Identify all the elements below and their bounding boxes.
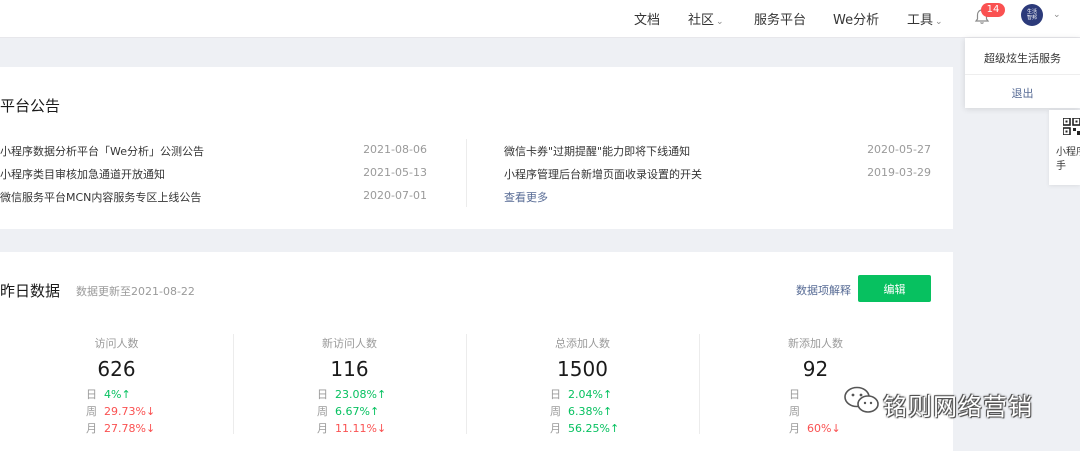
data-updated-text: 数据更新至2021-08-22	[76, 285, 195, 298]
trend-week: 周 6.67%↑	[317, 403, 379, 419]
nav-docs-label: 文档	[634, 13, 661, 28]
trend-period: 周	[789, 405, 800, 418]
mini-program-assistant-panel[interactable]: 小程序助手	[1049, 110, 1080, 185]
trend-day: 日 2.04%↑	[550, 386, 612, 402]
trend-value: 4%↑	[104, 388, 131, 401]
metric-value: 92	[802, 357, 829, 381]
menu-divider	[965, 74, 1080, 75]
trend-value: 11.11%↓	[335, 422, 387, 435]
trend-value: 27.78%↓	[104, 422, 156, 435]
chevron-down-icon: ⌄	[935, 17, 943, 27]
account-dropdown-menu: 超级炫生活服务 退出	[965, 38, 1080, 108]
view-more-link[interactable]: 查看更多	[504, 189, 548, 205]
metric-label: 总添加人数	[555, 337, 610, 350]
nav-tools-label: 工具	[907, 13, 934, 28]
trend-month: 月 60%↓	[789, 420, 841, 436]
nav-we-analytics-label: We分析	[833, 13, 880, 28]
column-divider	[466, 139, 467, 207]
platform-notice-card: 平台公告 小程序数据分析平台「We分析」公测公告 2021-08-06 小程序类…	[0, 67, 953, 229]
trend-week: 周 29.73%↓	[86, 403, 155, 419]
avatar-text: 生活 智邦	[1026, 9, 1037, 21]
nav-community[interactable]: 社区 ⌄	[688, 9, 724, 28]
metric-total-added: 总添加人数 1500 日 2.04%↑ 周 6.38%↑ 月 56.25%↑	[466, 332, 699, 437]
assistant-label: 小程序助手	[1056, 147, 1080, 172]
trend-value: 2.04%↑	[568, 388, 613, 401]
notice-date: 2020-05-27	[867, 143, 931, 156]
trend-period: 日	[317, 388, 328, 401]
metric-new-visitors: 新访问人数 116 日 23.08%↑ 周 6.67%↑ 月 11.11%↓	[233, 332, 466, 437]
metric-value: 626	[97, 357, 136, 381]
nav-service-platform-label: 服务平台	[754, 13, 807, 28]
watermark-text: 铭则网络营销	[883, 393, 1033, 421]
nav-service-platform[interactable]: 服务平台	[754, 9, 806, 28]
metric-visitors: 访问人数 626 日 4%↑ 周 29.73%↓ 月 27.78%↓	[0, 332, 233, 437]
notice-date: 2021-05-13	[363, 166, 427, 179]
metric-value: 116	[330, 357, 369, 381]
wechat-logo-icon	[844, 386, 879, 413]
notice-item[interactable]: 小程序数据分析平台「We分析」公测公告	[0, 143, 204, 159]
nav-tools[interactable]: 工具 ⌄	[907, 9, 943, 28]
trend-day: 日 23.08%↑	[317, 386, 386, 402]
yesterday-data-card: 昨日数据 数据更新至2021-08-22 数据项解释 编辑 访问人数 626 日…	[0, 252, 953, 451]
chevron-down-icon: ⌄	[716, 17, 724, 27]
trend-period: 周	[550, 405, 561, 418]
trend-value: 6.67%↑	[335, 405, 380, 418]
watermark: 铭则网络营销	[843, 383, 1063, 423]
trend-period: 日	[789, 388, 800, 401]
metric-label: 访问人数	[94, 337, 139, 350]
notice-item[interactable]: 小程序类目审核加急通道开放通知	[0, 166, 165, 182]
trend-value: 6.38%↑	[568, 405, 613, 418]
nav-we-analytics[interactable]: We分析	[833, 9, 879, 28]
trend-period: 日	[86, 388, 97, 401]
nav-docs[interactable]: 文档	[634, 9, 660, 28]
trend-value: 56.25%↑	[568, 422, 620, 435]
trend-period: 月	[317, 422, 328, 435]
notice-item[interactable]: 小程序管理后台新增页面收录设置的开关	[504, 166, 702, 182]
logout-link[interactable]: 退出	[965, 85, 1080, 101]
trend-period: 日	[550, 388, 561, 401]
trend-day: 日	[789, 386, 807, 402]
trend-week: 周 6.38%↑	[550, 403, 612, 419]
metric-label: 新添加人数	[788, 337, 843, 350]
trend-period: 月	[86, 422, 97, 435]
chevron-down-icon[interactable]: ⌄	[1053, 10, 1061, 20]
trend-month: 月 11.11%↓	[317, 420, 386, 436]
metric-label: 新访问人数	[322, 337, 377, 350]
trend-period: 月	[550, 422, 561, 435]
account-name[interactable]: 超级炫生活服务	[965, 50, 1080, 66]
notice-date: 2019-03-29	[867, 166, 931, 179]
notice-title: 平台公告	[0, 97, 61, 115]
notice-item[interactable]: 微信卡券"过期提醒"能力即将下线通知	[504, 143, 690, 159]
notice-date: 2020-07-01	[363, 189, 427, 202]
trend-value: 23.08%↑	[335, 388, 387, 401]
qr-code-icon	[1063, 118, 1080, 135]
notice-item[interactable]: 微信服务平台MCN内容服务专区上线公告	[0, 189, 201, 205]
notification-count-badge: 14	[981, 3, 1005, 17]
trend-month: 月 27.78%↓	[86, 420, 155, 436]
edit-button[interactable]: 编辑	[858, 275, 931, 302]
data-title: 昨日数据	[0, 282, 61, 300]
trend-value: 60%↓	[807, 422, 841, 435]
trend-month: 月 56.25%↑	[550, 420, 619, 436]
trend-period: 月	[789, 422, 800, 435]
trend-value: 29.73%↓	[104, 405, 156, 418]
trend-day: 日 4%↑	[86, 386, 131, 402]
trend-period: 周	[86, 405, 97, 418]
trend-week: 周	[789, 403, 807, 419]
trend-period: 周	[317, 405, 328, 418]
top-navigation-bar: 文档 社区 ⌄ 服务平台 We分析 工具 ⌄ 14 生活 智邦 ⌄	[0, 0, 1080, 38]
avatar[interactable]: 生活 智邦	[1021, 4, 1043, 26]
notice-date: 2021-08-06	[363, 143, 427, 156]
data-explanation-link[interactable]: 数据项解释	[796, 282, 851, 298]
nav-community-label: 社区	[688, 13, 715, 28]
metric-value: 1500	[557, 357, 608, 381]
